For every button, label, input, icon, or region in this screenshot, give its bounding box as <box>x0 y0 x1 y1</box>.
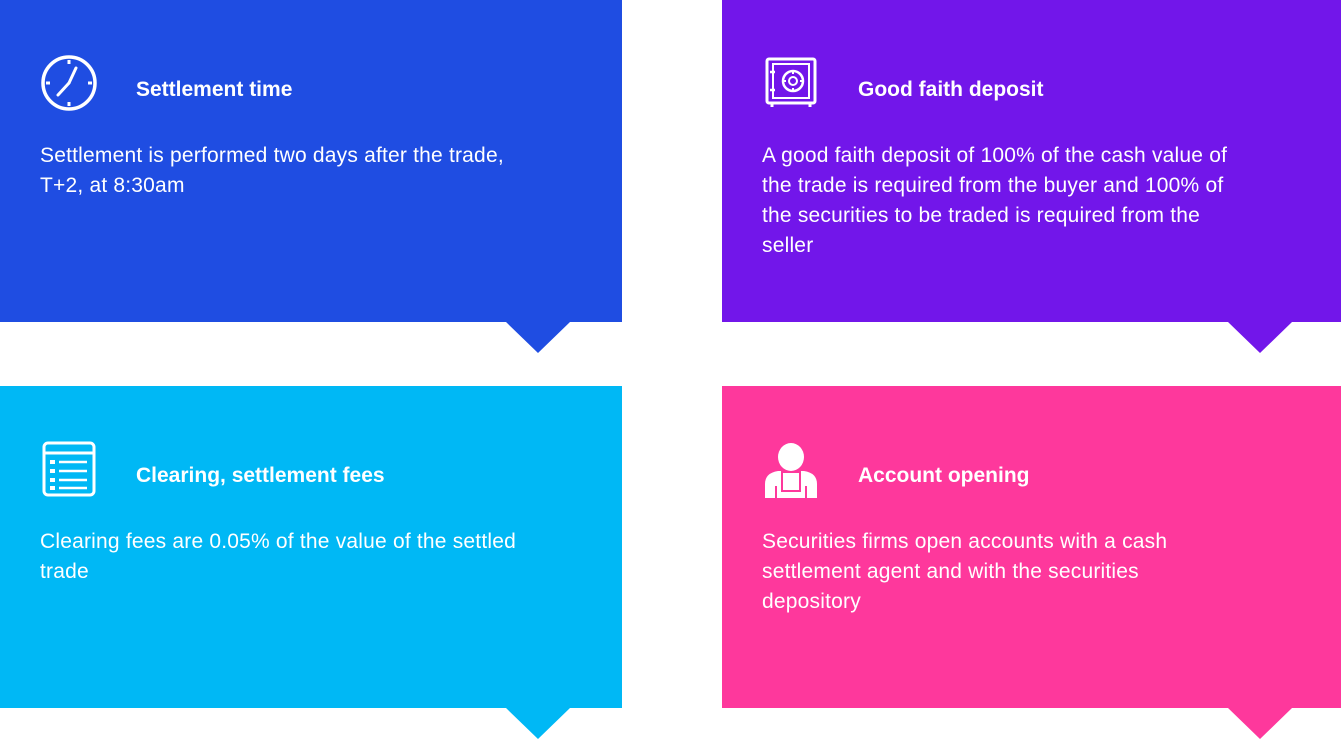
card-title: Clearing, settlement fees <box>136 464 385 487</box>
person-icon <box>762 440 820 498</box>
checklist-icon <box>40 440 98 498</box>
card-title: Good faith deposit <box>858 78 1044 101</box>
account-opening-card: Account opening Securities firms open ac… <box>722 386 1341 739</box>
card-description: Securities firms open accounts with a ca… <box>762 530 1168 613</box>
clearing-settlement-fees-card: Clearing, settlement fees Clearing fees … <box>0 386 622 739</box>
safe-icon <box>762 54 820 112</box>
card-description: Clearing fees are 0.05% of the value of … <box>40 530 516 583</box>
clock-icon <box>40 54 98 112</box>
card-description: A good faith deposit of 100% of the cash… <box>762 144 1228 257</box>
good-faith-deposit-card: Good faith deposit A good faith deposit … <box>722 0 1341 353</box>
settlement-time-card: Settlement time Settlement is performed … <box>0 0 622 353</box>
card-title: Settlement time <box>136 78 293 101</box>
card-description: Settlement is performed two days after t… <box>40 144 504 197</box>
card-title: Account opening <box>858 464 1030 487</box>
